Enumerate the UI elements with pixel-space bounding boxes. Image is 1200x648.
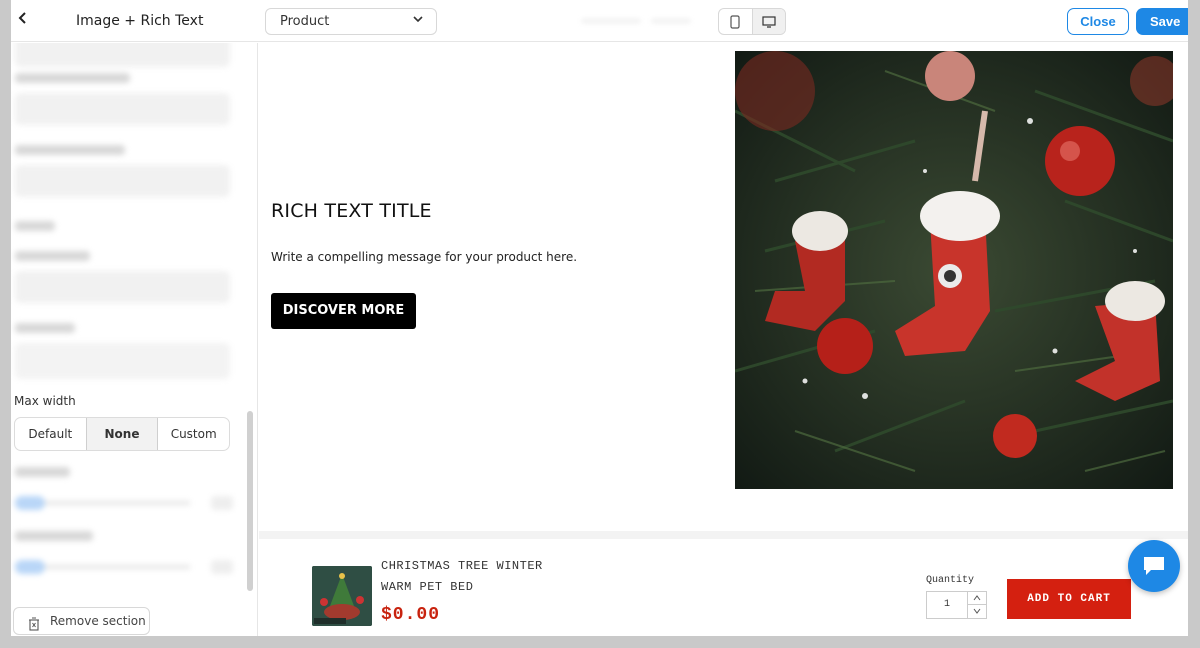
settings-sidebar: Max width Default None Custom Remove sec… [11, 43, 258, 636]
mobile-icon[interactable] [719, 9, 752, 34]
back-icon[interactable] [13, 10, 33, 30]
add-to-cart-button[interactable]: ADD TO CART [1007, 579, 1131, 619]
remove-section-button[interactable]: Remove section [13, 607, 150, 635]
max-width-options: Default None Custom [14, 417, 230, 451]
blurred-sliders [11, 461, 246, 601]
max-width-option-custom[interactable]: Custom [158, 418, 229, 450]
rich-text-title[interactable]: RICH TEXT TITLE [271, 200, 432, 222]
product-price: $0.00 [381, 605, 441, 625]
christmas-stockings-image[interactable] [735, 51, 1173, 489]
blurred-settings [11, 43, 246, 393]
sidebar-scrollbar[interactable] [247, 411, 253, 591]
close-button[interactable]: Close [1067, 8, 1129, 35]
chevron-down-icon[interactable] [967, 605, 986, 618]
section-divider [259, 531, 1188, 539]
chat-icon[interactable] [1128, 540, 1180, 592]
preview-canvas: RICH TEXT TITLE Write a compelling messa… [259, 43, 1188, 636]
sticky-add-to-cart: CHRISTMAS TREE WINTER WARM PET BED $0.00… [259, 539, 1188, 636]
device-toggle [718, 8, 786, 35]
discover-more-button[interactable]: DISCOVER MORE [271, 293, 416, 329]
quantity-label: Quantity [926, 575, 975, 586]
quantity-stepper: 1 [926, 591, 987, 619]
product-title: CHRISTMAS TREE WINTER WARM PET BED [381, 556, 581, 598]
blurred-placeholder [651, 18, 691, 24]
top-bar: Image + Rich Text Product Close Save [11, 0, 1188, 42]
remove-section-label: Remove section [50, 614, 146, 628]
chevron-down-icon [412, 13, 424, 28]
template-select-value: Product [280, 14, 330, 29]
max-width-option-default[interactable]: Default [15, 418, 86, 450]
rich-text-body[interactable]: Write a compelling message for your prod… [271, 250, 577, 264]
blurred-placeholder [581, 18, 641, 24]
product-title-line1: CHRISTMAS TREE WINTER [381, 559, 543, 573]
save-button[interactable]: Save [1136, 8, 1188, 35]
max-width-label: Max width [14, 394, 76, 408]
quantity-input[interactable]: 1 [927, 592, 967, 618]
editor-frame: Image + Rich Text Product Close Save Max… [11, 0, 1188, 636]
trash-icon [28, 614, 40, 636]
product-title-line2: WARM PET BED [381, 580, 474, 594]
panel-title: Image + Rich Text [76, 13, 204, 29]
desktop-icon[interactable] [751, 9, 785, 34]
max-width-option-none[interactable]: None [85, 418, 159, 450]
template-select[interactable]: Product [265, 8, 437, 35]
product-thumbnail[interactable] [312, 566, 372, 626]
chevron-up-icon[interactable] [967, 592, 986, 605]
